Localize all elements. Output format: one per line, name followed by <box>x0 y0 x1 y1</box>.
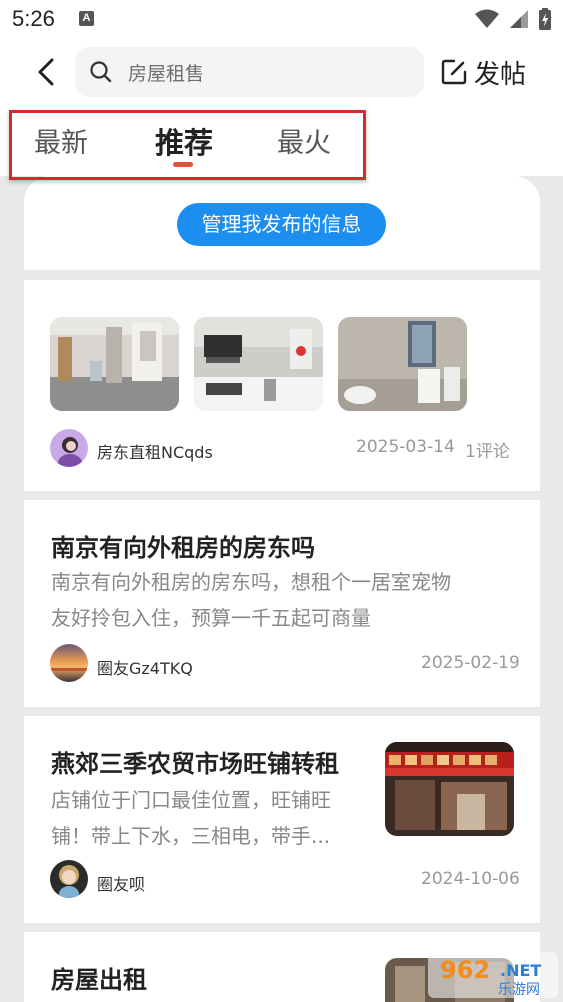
battery-icon <box>539 8 551 30</box>
top-header: 房屋租售 发帖 <box>0 38 563 106</box>
post-thumbnail[interactable] <box>385 742 514 836</box>
post-excerpt: 店铺位于门口最佳位置，旺铺旺 铺！带上下水，三相电，带手... <box>51 782 331 854</box>
post-card-1[interactable]: 房东直租NCqds 2025-03-14 1评论 <box>24 280 540 491</box>
post-title[interactable]: 燕郊三季农贸市场旺铺转租 <box>51 744 339 779</box>
post-excerpt-line: 店铺位于门口最佳位置，旺铺旺 <box>51 788 331 812</box>
search-input[interactable]: 房屋租售 <box>75 47 424 97</box>
active-tab-indicator <box>173 162 193 167</box>
post-card-3[interactable]: 燕郊三季农贸市场旺铺转租 店铺位于门口最佳位置，旺铺旺 铺！带上下水，三相电，带… <box>24 716 540 923</box>
post-date: 2024-10-06 <box>421 869 520 889</box>
watermark-suffix: .NET <box>500 961 541 980</box>
post-date: 2025-03-14 <box>356 437 455 457</box>
wifi-icon <box>475 9 499 28</box>
avatar[interactable] <box>50 644 88 682</box>
post-image-2[interactable] <box>194 317 323 411</box>
tab-recommended[interactable]: 推荐 <box>155 120 213 162</box>
post-button[interactable]: 发帖 <box>440 50 526 94</box>
tab-latest[interactable]: 最新 <box>34 121 88 160</box>
back-button[interactable] <box>28 54 68 90</box>
post-author: 圈友Gz4TKQ <box>97 659 193 678</box>
comment-count[interactable]: 1评论 <box>465 437 510 462</box>
search-icon <box>90 61 112 83</box>
manage-section: 管理我发布的信息 <box>24 176 540 270</box>
status-bar: 5:26 A <box>0 0 563 38</box>
post-title[interactable]: 南京有向外租房的房东吗 <box>51 528 315 563</box>
status-time: 5:26 <box>12 6 55 31</box>
notification-icon: A <box>79 11 94 26</box>
post-image-1[interactable] <box>50 317 179 411</box>
avatar[interactable] <box>50 860 88 898</box>
post-card-2[interactable]: 南京有向外租房的房东吗 南京有向外租房的房东吗，想租个一居室宠物 友好拎包入住，… <box>24 500 540 707</box>
manage-my-posts-button[interactable]: 管理我发布的信息 <box>177 203 386 246</box>
watermark-number: 962 <box>440 956 490 984</box>
search-placeholder: 房屋租售 <box>128 63 205 85</box>
post-image-3[interactable] <box>338 317 467 411</box>
watermark-subtitle: 乐游网 <box>498 982 540 998</box>
post-excerpt-line: 铺！带上下水，三相电，带手... <box>51 824 331 848</box>
post-author: 圈友呗 <box>97 875 146 894</box>
edit-icon <box>441 59 467 85</box>
post-title[interactable]: 房屋出租 <box>51 960 147 995</box>
post-excerpt: 南京有向外租房的房东吗，想租个一居室宠物 友好拎包入住，预算一千五起可商量 <box>51 564 451 636</box>
post-button-label: 发帖 <box>474 59 527 90</box>
post-date: 2025-02-19 <box>421 653 520 673</box>
chevron-left-icon <box>38 58 54 86</box>
post-excerpt-line: 友好拎包入住，预算一千五起可商量 <box>51 606 371 630</box>
tab-hottest[interactable]: 最火 <box>277 121 331 160</box>
tab-bar: 最新 推荐 最火 <box>0 106 563 180</box>
avatar[interactable] <box>50 429 88 467</box>
post-excerpt-line: 南京有向外租房的房东吗，想租个一居室宠物 <box>51 570 451 594</box>
status-icons <box>475 8 551 30</box>
post-author: 房东直租NCqds <box>97 443 213 462</box>
signal-icon <box>510 10 528 28</box>
site-watermark: 962 .NET 乐游网 <box>428 952 558 998</box>
